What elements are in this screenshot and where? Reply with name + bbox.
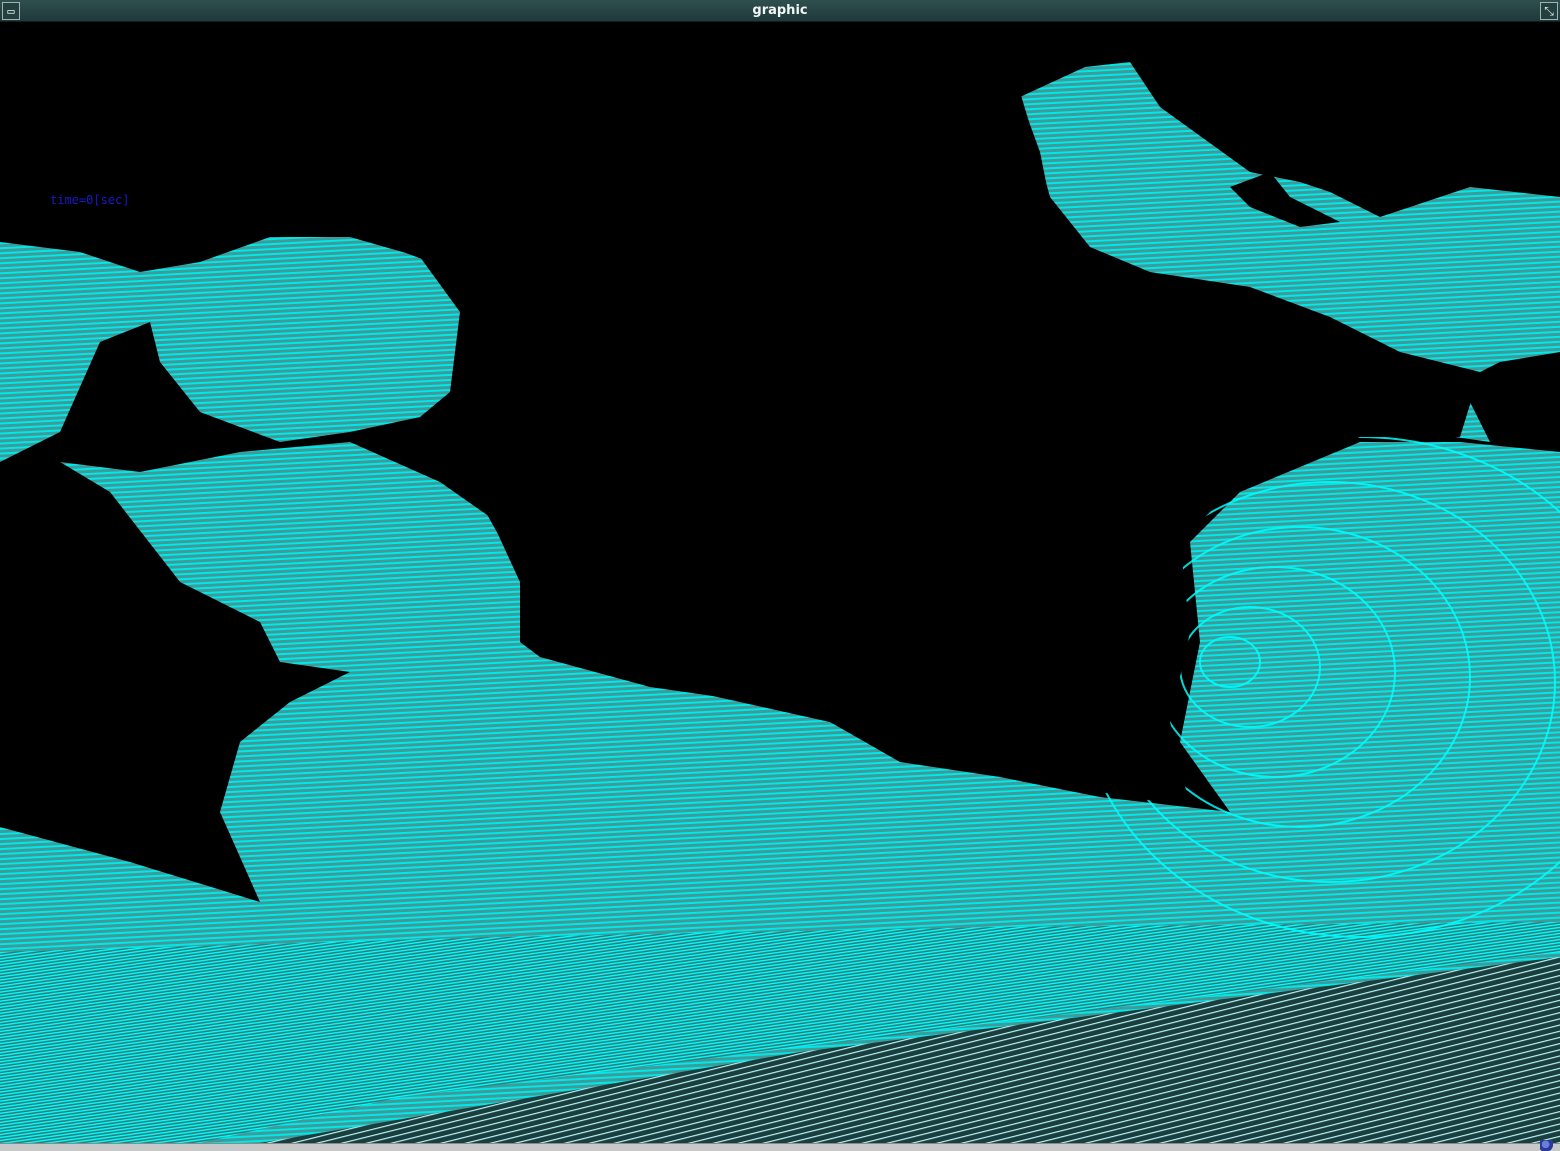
window-title: graphic [752, 3, 808, 18]
wave-plot [0, 52, 1560, 1143]
tray-app-icon[interactable] [1540, 1140, 1554, 1151]
graphic-canvas: time=0[sec] [0, 22, 1560, 1143]
title-bar: ▭ graphic ⤡ [0, 0, 1560, 22]
time-label: time=0[sec] [50, 193, 130, 207]
resize-icon[interactable]: ⤡ [1540, 2, 1558, 20]
status-bar [0, 1143, 1560, 1151]
contour-region-northwest [0, 237, 460, 462]
